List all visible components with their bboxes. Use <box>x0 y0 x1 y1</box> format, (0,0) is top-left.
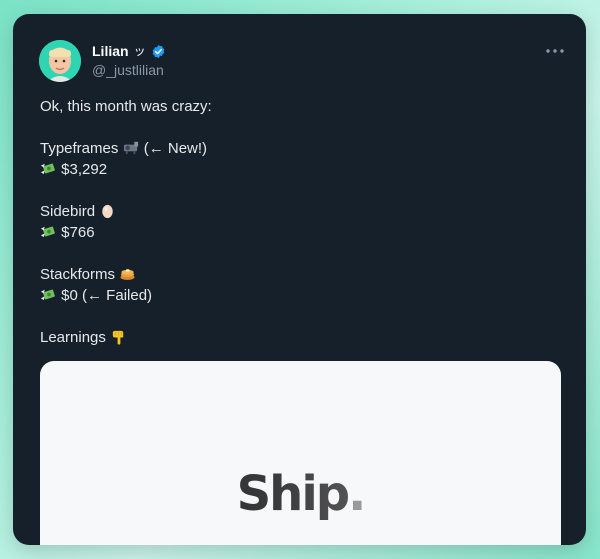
tweet-line-typeframes: Typeframes (← New!) <box>40 138 212 159</box>
pancakes-icon <box>120 269 135 280</box>
tweet-line-stackforms-revenue: $0 (← Failed) <box>40 285 212 306</box>
money-with-wings-icon <box>40 289 55 301</box>
more-options-icon[interactable] <box>544 40 566 62</box>
tweet-text: Ok, this month was crazy: Typeframes (← … <box>40 96 212 348</box>
new-tag: (← New!) <box>143 140 208 157</box>
avatar[interactable] <box>39 40 81 82</box>
avatar-illustration <box>39 40 81 82</box>
projector-icon <box>123 141 138 155</box>
product-name-sidebird: Sidebird <box>40 203 96 220</box>
tweet-line-stackforms: Stackforms <box>40 264 212 285</box>
product-name-stackforms: Stackforms <box>40 266 116 283</box>
pointing-down-icon <box>112 330 124 345</box>
revenue-sidebird: $766 <box>61 224 95 241</box>
revenue-stackforms: $0 (← Failed) <box>61 287 153 304</box>
author-name-suffix: ッ <box>133 44 146 58</box>
learnings-label: Learnings <box>40 329 106 346</box>
tweet-card: Lilian ッ @_justlilian Ok, this month was… <box>13 14 586 545</box>
author-name[interactable]: Lilian <box>92 42 129 60</box>
tweet-line-sidebird: Sidebird <box>40 201 212 222</box>
author-name-row[interactable]: Lilian ッ <box>92 42 166 60</box>
tweet-media-image[interactable]: Ship. <box>40 361 561 545</box>
verified-badge-icon <box>152 44 164 58</box>
money-with-wings-icon <box>40 163 55 175</box>
media-ship-title: Ship. <box>40 466 561 522</box>
revenue-typeframes: $3,292 <box>61 161 108 178</box>
author-handle[interactable]: @_justlilian <box>92 61 164 79</box>
tweet-line-learnings: Learnings <box>40 327 212 348</box>
tweet-line-sidebird-revenue: $766 <box>40 222 212 243</box>
tweet-line-typeframes-revenue: $3,292 <box>40 159 212 180</box>
tweet-line-intro: Ok, this month was crazy: <box>40 98 212 115</box>
product-name-typeframes: Typeframes <box>40 140 119 157</box>
egg-icon <box>102 204 113 219</box>
money-with-wings-icon <box>40 226 55 238</box>
